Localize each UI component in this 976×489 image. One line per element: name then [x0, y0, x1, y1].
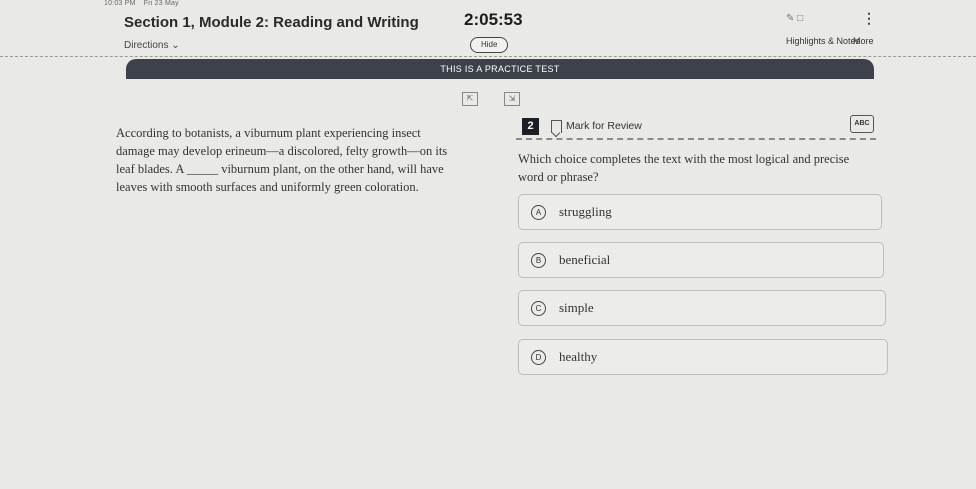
collapse-icon[interactable]: ⇲: [504, 92, 520, 106]
choice-letter: A: [531, 205, 546, 220]
choice-text: healthy: [559, 349, 598, 364]
choice-text: struggling: [559, 204, 612, 219]
choice-d[interactable]: D healthy: [518, 339, 888, 375]
choice-text: beneficial: [559, 252, 611, 267]
highlights-notes-button[interactable]: Highlights & Notes: [786, 36, 860, 46]
passage-text: According to botanists, a viburnum plant…: [116, 126, 448, 194]
practice-test-banner: THIS IS A PRACTICE TEST: [126, 59, 874, 79]
kebab-icon[interactable]: ⋮: [862, 10, 876, 27]
question-prompt: Which choice completes the text with the…: [518, 152, 850, 184]
choice-b[interactable]: B beneficial: [518, 242, 884, 278]
answer-eliminator-button[interactable]: ABC: [850, 115, 874, 133]
pencil-icon[interactable]: ✎ □: [786, 13, 803, 24]
abc-label: ABC: [854, 120, 870, 127]
pane-controls: ⇱ ⇲: [462, 92, 520, 106]
choice-c[interactable]: C simple: [518, 290, 886, 326]
choice-letter: B: [531, 253, 546, 268]
bookmark-icon[interactable]: [551, 120, 562, 133]
header-divider: [0, 56, 976, 57]
choice-a[interactable]: A struggling: [518, 194, 882, 230]
choice-text: simple: [559, 300, 594, 315]
mark-for-review-button[interactable]: Mark for Review: [566, 120, 642, 132]
question-number: 2: [522, 118, 539, 135]
timer: 2:05:53: [464, 10, 523, 29]
section-title: Section 1, Module 2: Reading and Writing: [124, 14, 419, 31]
expand-icon[interactable]: ⇱: [462, 92, 478, 106]
choice-letter: C: [531, 301, 546, 316]
more-button[interactable]: More: [853, 36, 874, 46]
directions-label: Directions: [124, 40, 169, 51]
header: Section 1, Module 2: Reading and Writing…: [0, 0, 976, 56]
chevron-down-icon: ⌄: [171, 40, 180, 51]
question-divider: [516, 138, 876, 140]
hide-timer-button[interactable]: Hide: [470, 37, 509, 53]
directions-toggle[interactable]: Directions ⌄: [124, 40, 180, 51]
choice-letter: D: [531, 350, 546, 365]
